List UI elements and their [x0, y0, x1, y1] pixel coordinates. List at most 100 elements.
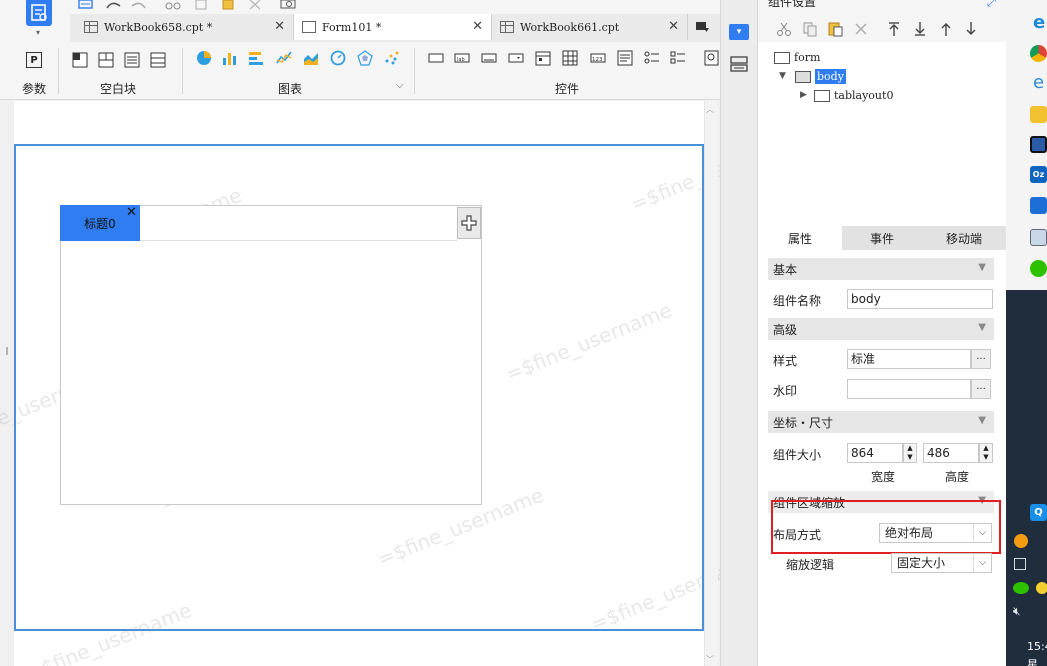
tab-properties[interactable]: 属性 — [758, 226, 842, 250]
section-basic[interactable]: 基本 ▼ — [768, 258, 994, 280]
scatter-chart-icon[interactable] — [384, 50, 400, 66]
report-block-icon[interactable] — [124, 52, 140, 68]
tab-list-icon[interactable] — [694, 20, 710, 34]
redo-icon[interactable] — [130, 0, 148, 10]
section-advanced[interactable]: 高级 ▼ — [768, 318, 994, 340]
tray-stack-icon[interactable] — [1014, 558, 1026, 570]
move-to-bottom-icon[interactable] — [912, 21, 928, 37]
app-menu-button[interactable] — [26, 0, 52, 26]
tab-block-icon[interactable] — [98, 52, 114, 68]
stepper-up-icon[interactable]: ▲ — [907, 444, 912, 453]
taskbar-clock[interactable]: 15:4 — [1027, 640, 1047, 653]
delete-icon[interactable] — [248, 0, 262, 10]
new-file-icon[interactable] — [78, 0, 94, 10]
tree-node-body[interactable]: body — [795, 69, 846, 84]
tab-form101[interactable]: Form101 * ✕ — [294, 14, 492, 40]
component-settings-toggle[interactable]: ▾ — [729, 24, 749, 40]
stepper-down-icon[interactable]: ▼ — [907, 453, 912, 462]
grid-control-icon[interactable] — [562, 50, 578, 66]
section-coords-size[interactable]: 坐标・尺寸 ▼ — [768, 411, 994, 433]
tablayout-widget[interactable] — [60, 205, 482, 505]
watermark-more-button[interactable]: ··· — [971, 379, 991, 399]
tree-node-tablayout0[interactable]: tablayout0 — [814, 89, 893, 102]
scroll-down-arrow-icon[interactable]: ﹀ — [706, 654, 714, 665]
move-up-icon[interactable] — [938, 21, 954, 37]
number-control-icon[interactable]: 123 — [590, 50, 606, 66]
chart-more-dropdown[interactable]: ⌵ — [396, 80, 404, 91]
area-chart-icon[interactable] — [303, 50, 319, 66]
checkbox-group-control-icon[interactable] — [670, 50, 686, 66]
gauge-chart-icon[interactable] — [330, 50, 346, 66]
paste-icon[interactable] — [827, 21, 843, 37]
close-icon[interactable]: ✕ — [668, 19, 679, 34]
scroll-up-arrow-icon[interactable]: ︿ — [706, 104, 714, 115]
tab-events[interactable]: 事件 — [842, 226, 922, 250]
tray-app-icon[interactable] — [1014, 534, 1028, 548]
width-input[interactable]: 864 — [847, 443, 903, 463]
delete-icon[interactable] — [854, 22, 868, 36]
horizontal-bar-chart-icon[interactable] — [248, 50, 264, 66]
chrome-icon[interactable] — [1030, 45, 1047, 62]
height-input[interactable]: 486 — [923, 443, 979, 463]
width-stepper[interactable]: ▲ ▼ — [903, 443, 917, 463]
paste-icon[interactable] — [220, 0, 236, 10]
preview-icon[interactable] — [280, 0, 298, 10]
chevron-down-icon[interactable]: ⌵ — [973, 554, 991, 572]
file-explorer-icon[interactable] — [1030, 106, 1047, 123]
pie-chart-icon[interactable] — [196, 50, 212, 66]
cell-block-icon[interactable] — [150, 52, 166, 68]
tab-workbook658[interactable]: WorkBook658.cpt * ✕ — [76, 14, 294, 40]
copy-icon[interactable] — [802, 21, 818, 37]
ie-browser-icon[interactable]: e — [1033, 72, 1044, 93]
line-chart-icon[interactable] — [276, 50, 292, 66]
move-to-top-icon[interactable] — [886, 21, 902, 37]
style-input[interactable]: 标准 — [847, 349, 971, 369]
close-icon[interactable]: ✕ — [472, 19, 483, 34]
search-control-icon[interactable] — [704, 50, 720, 66]
outlook-icon[interactable]: Oz — [1030, 166, 1047, 183]
edge-browser-icon[interactable]: e — [1033, 12, 1045, 33]
style-more-button[interactable]: ··· — [971, 349, 991, 369]
component-name-input[interactable]: body — [847, 289, 993, 309]
stepper-down-icon[interactable]: ▼ — [983, 453, 988, 462]
tray-wechat-icon[interactable] — [1013, 582, 1029, 594]
layout-panel-icon[interactable] — [730, 55, 748, 73]
tree-collapse-arrow-icon[interactable]: ▶ — [800, 90, 807, 100]
absolute-block-icon[interactable] — [72, 52, 88, 68]
combo-control-icon[interactable] — [508, 50, 524, 66]
watermark-input[interactable] — [847, 379, 971, 399]
tree-node-form[interactable]: form — [774, 51, 820, 64]
copy-icon[interactable] — [193, 0, 209, 10]
radio-group-control-icon[interactable] — [644, 50, 660, 66]
label-control-icon[interactable]: lab — [454, 50, 470, 66]
textarea-control-icon[interactable] — [617, 50, 633, 66]
tray-emoji-icon[interactable] — [1036, 582, 1047, 594]
remote-desktop-icon[interactable] — [1030, 136, 1047, 153]
button-control-icon[interactable] — [481, 50, 497, 66]
tab-workbook661[interactable]: WorkBook661.cpt ✕ — [492, 14, 688, 40]
left-collapse-handle[interactable]: ‖ — [5, 346, 9, 355]
qq-icon[interactable]: Q — [1030, 504, 1047, 521]
date-control-icon[interactable] — [535, 50, 551, 66]
notepad-icon[interactable] — [1030, 229, 1047, 246]
radar-chart-icon[interactable] — [357, 50, 373, 66]
tab-close-icon[interactable]: ✕ — [126, 205, 137, 220]
add-tab-button[interactable] — [457, 207, 481, 239]
expand-panel-icon[interactable]: ⤢ — [987, 0, 996, 10]
wechat-icon[interactable] — [1030, 260, 1047, 277]
text-field-control-icon[interactable] — [428, 50, 444, 66]
bar-chart-icon[interactable] — [222, 50, 238, 66]
stepper-up-icon[interactable]: ▲ — [983, 444, 988, 453]
cut-icon[interactable] — [776, 21, 792, 37]
param-button[interactable]: P — [26, 52, 42, 68]
cut-icon[interactable] — [165, 0, 181, 10]
undo-icon[interactable] — [104, 0, 122, 10]
move-down-icon[interactable] — [963, 21, 979, 37]
tree-expand-arrow-icon[interactable]: ▼ — [779, 71, 786, 81]
close-icon[interactable]: ✕ — [274, 19, 285, 34]
finereport-icon[interactable] — [1030, 197, 1047, 214]
canvas-vertical-scrollbar[interactable] — [704, 101, 718, 666]
app-menu-dropdown-icon[interactable]: ▾ — [36, 28, 40, 37]
tab-mobile[interactable]: 移动端 — [922, 226, 1006, 250]
scale-logic-select[interactable]: 固定大小 ⌵ — [891, 553, 992, 573]
